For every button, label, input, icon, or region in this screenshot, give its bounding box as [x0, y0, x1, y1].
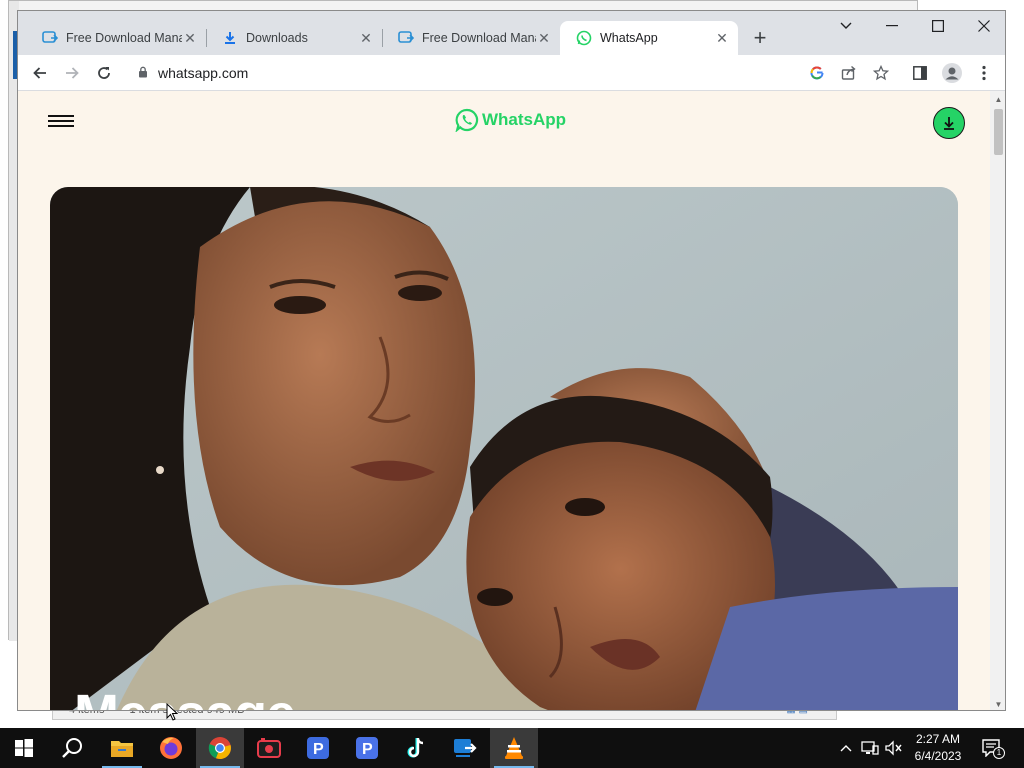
screen-recorder-icon[interactable] — [245, 728, 293, 768]
new-tab-button[interactable]: + — [748, 27, 772, 51]
scrollbar-thumb[interactable] — [994, 109, 1003, 155]
pdf-editor-icon[interactable]: P — [343, 728, 391, 768]
taskbar: P P 2:27 AM 6/4/2023 1 — [0, 728, 1024, 768]
address-bar[interactable]: whatsapp.com — [128, 59, 908, 87]
hero-image: Message — [50, 187, 958, 710]
tab-free-download-manager-1[interactable]: Free Download Manager ✕ — [26, 21, 206, 55]
lock-icon[interactable] — [138, 66, 148, 81]
svg-text:P: P — [313, 741, 324, 758]
bookmark-star-icon[interactable] — [869, 61, 893, 85]
hamburger-menu-icon[interactable] — [48, 115, 74, 129]
whatsapp-icon — [455, 108, 479, 132]
close-tab-icon[interactable]: ✕ — [714, 30, 730, 47]
tab-title: WhatsApp — [600, 31, 658, 45]
pdf-editor-icon[interactable]: P — [294, 728, 342, 768]
side-panel-icon[interactable] — [906, 59, 934, 87]
whatsapp-icon — [576, 30, 592, 46]
notification-count-badge: 1 — [993, 747, 1005, 759]
fdm-icon — [398, 30, 414, 46]
close-tab-icon[interactable]: ✕ — [182, 30, 198, 47]
search-icon[interactable] — [48, 728, 96, 768]
scroll-down-icon[interactable]: ▼ — [990, 698, 1005, 710]
tab-title: Downloads — [246, 31, 308, 45]
page-scrollbar[interactable]: ▲ ▼ — [990, 91, 1005, 710]
system-clock[interactable]: 2:27 AM 6/4/2023 — [906, 731, 970, 765]
notification-center-icon[interactable]: 1 — [982, 738, 1005, 759]
google-icon[interactable] — [805, 61, 829, 85]
minimize-icon[interactable] — [869, 11, 915, 41]
close-tab-icon[interactable]: ✕ — [358, 30, 374, 47]
chrome-icon[interactable] — [196, 728, 244, 768]
fdm-icon — [42, 30, 58, 46]
file-explorer-icon[interactable] — [98, 728, 146, 768]
hero-headline: Message — [74, 683, 296, 710]
tab-downloads[interactable]: Downloads ✕ — [206, 21, 382, 55]
tab-whatsapp[interactable]: WhatsApp ✕ — [560, 21, 738, 55]
volume-muted-icon[interactable] — [884, 738, 904, 758]
network-icon[interactable] — [860, 738, 880, 758]
firefox-icon[interactable] — [147, 728, 195, 768]
vlc-icon[interactable] — [490, 728, 538, 768]
maximize-icon[interactable] — [915, 11, 961, 41]
fdm-icon[interactable] — [441, 728, 489, 768]
share-icon[interactable] — [837, 61, 861, 85]
svg-text:P: P — [362, 741, 373, 758]
tab-free-download-manager-2[interactable]: Free Download Manager ✕ — [382, 21, 560, 55]
forward-icon[interactable] — [58, 59, 86, 87]
clock-time: 2:27 AM — [915, 732, 961, 746]
tab-strip: Free Download Manager ✕ Downloads ✕ Free… — [18, 11, 1005, 55]
download-arrow-icon — [222, 30, 238, 46]
chrome-window: Free Download Manager ✕ Downloads ✕ Free… — [17, 10, 1006, 711]
tiktok-icon[interactable] — [392, 728, 440, 768]
tab-title: Free Download Manager — [422, 31, 536, 45]
back-icon[interactable] — [26, 59, 54, 87]
download-button[interactable] — [933, 107, 965, 139]
web-page: WhatsApp — [18, 91, 990, 710]
mouse-cursor-icon — [166, 703, 178, 721]
start-icon[interactable] — [0, 728, 48, 768]
browser-toolbar: whatsapp.com — [18, 55, 1005, 91]
chevron-up-icon[interactable] — [836, 738, 856, 758]
scroll-up-icon[interactable]: ▲ — [990, 93, 1005, 107]
close-window-icon[interactable] — [961, 11, 1005, 41]
url-text[interactable]: whatsapp.com — [158, 65, 248, 81]
hero-photo-mother-child — [50, 187, 958, 710]
clock-date: 6/4/2023 — [914, 749, 962, 763]
menu-kebab-icon[interactable] — [970, 59, 998, 87]
whatsapp-logo[interactable]: WhatsApp — [455, 108, 566, 132]
reload-icon[interactable] — [90, 59, 118, 87]
tab-title: Free Download Manager — [66, 31, 182, 45]
tab-search-icon[interactable] — [823, 11, 869, 41]
profile-avatar-icon[interactable] — [938, 59, 966, 87]
download-icon — [944, 117, 954, 130]
close-tab-icon[interactable]: ✕ — [536, 30, 552, 47]
logo-text: WhatsApp — [482, 110, 567, 129]
